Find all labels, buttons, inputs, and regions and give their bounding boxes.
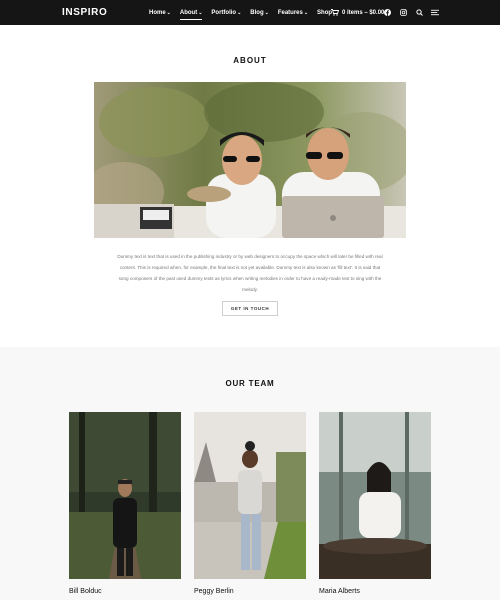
about-description: Dummy text is text that is used in the p… bbox=[117, 254, 383, 292]
chevron-down-icon: ⌄ bbox=[264, 9, 269, 16]
team-member-name[interactable]: Bill Bolduc bbox=[69, 588, 102, 595]
cart-link[interactable]: 0 items – $0.00 bbox=[331, 0, 384, 25]
team-member-name[interactable]: Maria Alberts bbox=[319, 588, 360, 595]
main-menu: Home ⌄ About ⌄ Portfolio ⌄ Blog ⌄ Features ⌄ … bbox=[149, 0, 332, 25]
facebook-icon[interactable] bbox=[383, 9, 391, 17]
site-logo[interactable]: INSPIRO bbox=[62, 7, 107, 18]
chevron-down-icon: ⌄ bbox=[303, 9, 309, 16]
menu-item-home[interactable]: Home ⌄ bbox=[149, 10, 171, 16]
chevron-down-icon: ⌄ bbox=[198, 9, 203, 16]
menu-item-shop[interactable]: Shop bbox=[317, 10, 332, 16]
about-hero-image bbox=[94, 82, 406, 238]
menu-item-features[interactable]: Features ⌄ bbox=[278, 10, 308, 16]
team-member-photo[interactable] bbox=[194, 412, 306, 579]
menu-item-portfolio[interactable]: Portfolio ⌄ bbox=[211, 10, 241, 16]
cart-summary: 0 items – $0.00 bbox=[342, 9, 385, 16]
chevron-down-icon: ⌄ bbox=[166, 9, 171, 16]
menu-item-blog[interactable]: Blog ⌄ bbox=[250, 10, 269, 16]
team-member-photo[interactable] bbox=[319, 412, 431, 579]
team-member-photo[interactable] bbox=[69, 412, 181, 579]
about-heading: ABOUT bbox=[233, 56, 267, 65]
get-in-touch-button[interactable]: GET IN TOUCH bbox=[222, 301, 278, 316]
menu-item-about[interactable]: About ⌄ bbox=[179, 9, 203, 20]
nav-icons bbox=[383, 0, 439, 25]
search-icon[interactable] bbox=[415, 9, 423, 17]
top-nav-bar: INSPIRO Home ⌄ About ⌄ Portfolio ⌄ Blog ⌄ Fe… bbox=[0, 0, 500, 25]
chevron-down-icon: ⌄ bbox=[237, 9, 242, 16]
team-heading: OUR TEAM bbox=[225, 379, 275, 388]
cart-icon bbox=[331, 9, 339, 16]
team-member-name[interactable]: Peggy Berlin bbox=[194, 588, 234, 595]
instagram-icon[interactable] bbox=[399, 9, 407, 17]
hamburger-menu-icon[interactable] bbox=[431, 9, 439, 17]
